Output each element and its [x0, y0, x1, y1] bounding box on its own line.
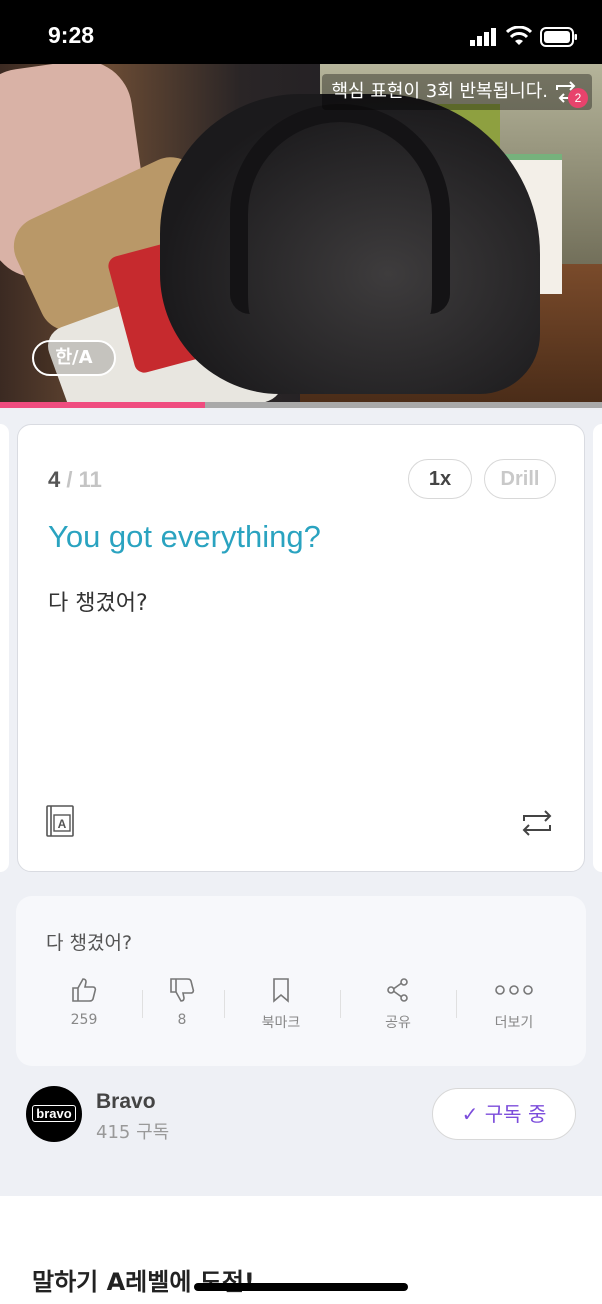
korean-translation: 다 챙겼어? — [48, 591, 148, 616]
video-progress-bar[interactable] — [0, 402, 602, 408]
action-divider — [340, 990, 341, 1018]
bookmark-icon — [273, 978, 289, 1003]
more-dots-icon — [495, 985, 533, 995]
bookmark-label: 북마크 — [261, 1015, 301, 1031]
total-count: / 11 — [66, 467, 102, 492]
action-bar: 259 8 북마크 공유 더보기 — [44, 976, 564, 1036]
wifi-icon — [506, 26, 532, 45]
prev-card-peek[interactable] — [0, 424, 9, 872]
more-label: 더보기 — [494, 1015, 534, 1031]
check-icon: ✓ — [461, 1102, 479, 1126]
channel-avatar[interactable]: bravo — [26, 1086, 82, 1142]
video-scene-seat-handle — [230, 104, 450, 314]
repeat-caption: 핵심 표현이 3회 반복됩니다. 2 — [321, 74, 592, 110]
sentence-counter: 4 / 11 — [48, 467, 102, 493]
more-button[interactable]: 더보기 — [474, 976, 554, 1036]
svg-text:A: A — [58, 817, 67, 831]
channel-row: bravo Bravo 415 구독 ✓ 구독 중 — [0, 1066, 602, 1196]
status-time: 9:28 — [48, 22, 95, 48]
dictionary-icon[interactable]: A — [46, 805, 76, 839]
share-button[interactable]: 공유 — [358, 976, 438, 1036]
share-icon — [387, 978, 408, 1002]
thumbs-up-icon — [72, 978, 97, 1002]
like-button[interactable]: 259 — [44, 976, 124, 1036]
subscribe-label: 구독 중 — [484, 1102, 547, 1126]
english-sentence: You got everything? — [48, 519, 321, 554]
loop-icon[interactable] — [520, 809, 554, 837]
language-toggle-button[interactable]: 한/A — [32, 340, 116, 376]
action-divider — [456, 990, 457, 1018]
video-progress-fill — [0, 402, 205, 408]
info-sentence: 다 챙겼어? — [46, 932, 133, 954]
bookmark-button[interactable]: 북마크 — [241, 976, 321, 1036]
section-title: 말하기 A레벨에 도전! — [32, 1268, 255, 1296]
dislike-button[interactable]: 8 — [142, 976, 222, 1036]
share-label: 공유 — [385, 1015, 411, 1031]
like-count: 259 — [70, 1012, 98, 1028]
cellular-signal-icon — [470, 28, 496, 46]
drill-button[interactable]: Drill — [484, 459, 556, 499]
home-indicator[interactable] — [194, 1283, 408, 1291]
thumbs-down-icon — [170, 978, 195, 1002]
status-bar: 9:28 — [0, 0, 602, 64]
sentence-info-panel: 다 챙겼어? 259 8 북마크 공유 더보기 — [16, 896, 586, 1066]
repeat-caption-text: 핵심 표현이 3회 반복됩니다. — [331, 81, 549, 102]
channel-subscribers: 415 구독 — [96, 1122, 170, 1143]
current-index: 4 — [48, 467, 61, 492]
sentence-card: 4 / 11 1x Drill You got everything? 다 챙겼… — [17, 424, 585, 872]
channel-logo-text: bravo — [32, 1105, 76, 1122]
next-card-peek[interactable] — [593, 424, 602, 872]
action-divider — [224, 990, 225, 1018]
battery-icon — [540, 27, 577, 47]
subscribe-button[interactable]: ✓ 구독 중 — [432, 1088, 576, 1140]
dislike-count: 8 — [177, 1012, 187, 1028]
repeat-count-badge: 2 — [568, 88, 588, 108]
channel-name[interactable]: Bravo — [96, 1090, 156, 1114]
video-player[interactable]: 핵심 표현이 3회 반복됩니다. 2 한/A — [0, 64, 602, 404]
speed-button[interactable]: 1x — [408, 459, 472, 499]
